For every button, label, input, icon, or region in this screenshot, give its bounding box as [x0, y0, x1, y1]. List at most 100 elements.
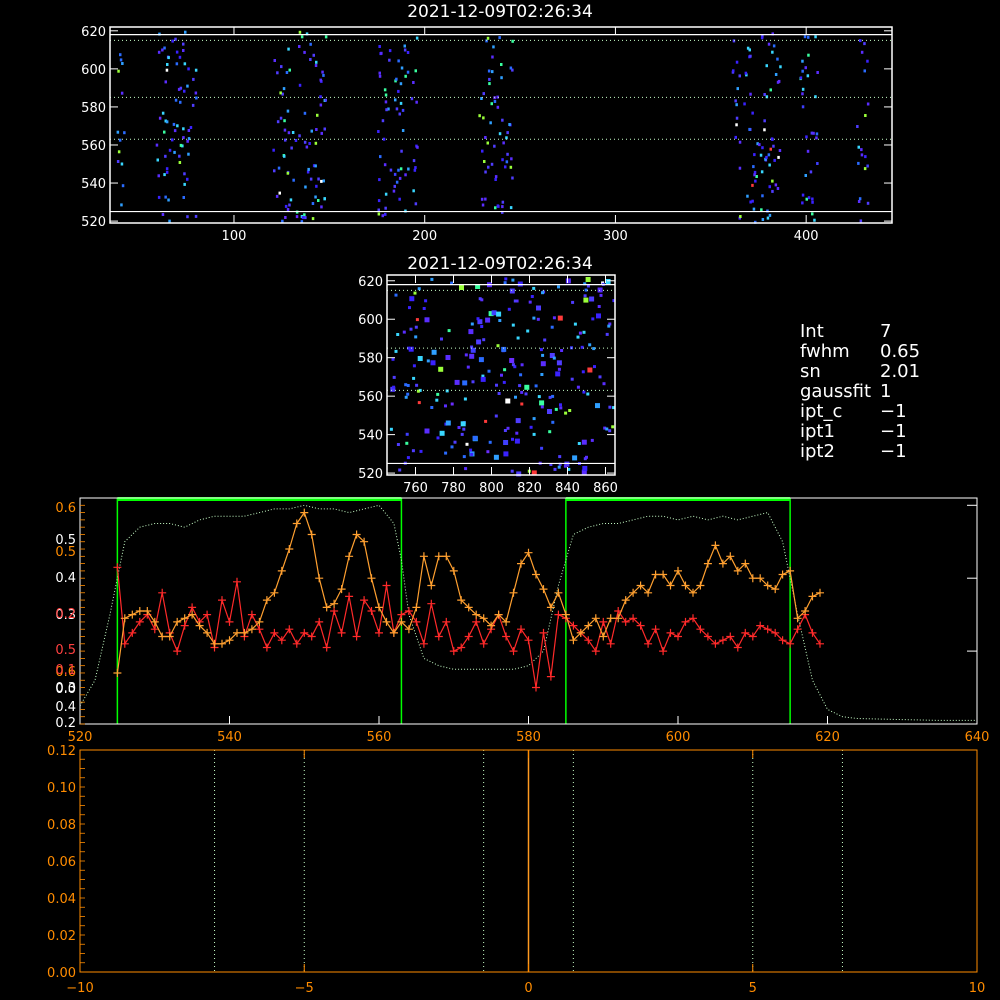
orange-series-point: [434, 552, 443, 561]
top-panel-pixel: [165, 167, 169, 171]
orange-series-point: [778, 570, 787, 579]
fit-y-tick-label: 0.12: [47, 744, 76, 759]
zoom-panel-pixel: [392, 375, 396, 379]
top-panel-pixel: [758, 143, 761, 147]
orange-series-point: [554, 588, 563, 597]
top-panel-pixel: [866, 164, 869, 168]
top-panel-pixel: [393, 184, 396, 188]
top-panel-pixel: [314, 64, 318, 67]
top-panel-pixel: [395, 77, 398, 81]
top-panel-pixel: [403, 48, 407, 52]
top-panel-pixel: [121, 184, 125, 188]
top-panel-y-tick-label: 580: [81, 101, 106, 116]
zoom-panel-pixel: [511, 363, 515, 367]
top-panel-pixel: [493, 100, 497, 103]
orange-series-point: [419, 552, 428, 561]
red-series-point: [733, 643, 742, 652]
top-panel-pixel: [501, 158, 504, 162]
top-panel-pixel: [801, 105, 805, 109]
top-panel-pixel: [284, 204, 288, 208]
red-series-point: [763, 625, 772, 634]
top-panel-pixel: [738, 166, 742, 170]
orange-series-point: [315, 574, 324, 583]
red-series-point: [300, 628, 309, 637]
zoom-panel-pixel: [573, 322, 577, 326]
red-series-point: [651, 625, 660, 634]
top-panel-pixel: [182, 127, 185, 131]
zoom-panel-pixel: [576, 385, 580, 389]
zoom-panel-pixel: [585, 277, 591, 282]
zoom-panel-pixel: [453, 440, 457, 444]
top-panel-pixel: [734, 135, 737, 139]
info-key: ipt1: [800, 421, 835, 442]
top-panel-pixel: [804, 66, 807, 70]
zoom-panel-pixel: [540, 361, 546, 367]
zoom-panel-pixel: [540, 373, 544, 376]
top-panel-pixel: [167, 56, 170, 60]
top-panel-pixel: [864, 155, 867, 159]
red-series-point: [532, 683, 540, 692]
top-panel-pixel: [171, 39, 174, 43]
top-panel-pixel: [857, 145, 860, 149]
zoom-panel-pixel: [414, 335, 418, 339]
top-panel-pixel: [500, 63, 503, 66]
info-value: 1: [880, 381, 892, 402]
zoom-panel-pixel: [482, 338, 486, 342]
top-panel-pixel: [384, 100, 388, 104]
top-panel-pixel: [384, 212, 387, 216]
zoom-panel-pixel: [564, 411, 568, 415]
top-panel-pixel: [164, 80, 167, 84]
info-row: gaussfit 1: [800, 382, 980, 402]
zoom-panel-pixel: [503, 281, 507, 285]
info-row: ipt1 −1: [800, 422, 980, 442]
top-panel-pixel: [194, 68, 198, 72]
top-panel-pixel: [856, 125, 859, 128]
zoom-panel-pixel: [552, 356, 556, 360]
orange-series-point: [307, 530, 316, 539]
zoom-panel-pixel: [548, 430, 552, 434]
top-panel-pixel: [117, 150, 121, 154]
top-panel-pixel: [285, 71, 289, 74]
zoom-panel-pixel: [431, 349, 437, 355]
top-panel-pixel: [496, 204, 500, 208]
top-panel-pixel: [392, 189, 396, 193]
red-series-point: [748, 632, 757, 641]
top-panel-pixel: [177, 87, 181, 91]
top-panel-pixel: [378, 74, 382, 78]
top-panel-pixel: [182, 49, 185, 52]
zoom-panel-pixel: [589, 296, 595, 302]
top-panel-pixel: [511, 39, 514, 43]
red-series-point: [382, 581, 391, 590]
zoom-panel-pixel: [438, 366, 444, 372]
zoom-panel-pixel: [507, 307, 511, 311]
top-panel-pixel: [380, 51, 383, 55]
top-panel-pixel: [307, 167, 310, 171]
top-panel-pixel: [500, 76, 503, 80]
top-panel-pixel: [284, 216, 287, 219]
top-panel-pixel: [773, 158, 776, 162]
red-series-point: [457, 643, 466, 652]
top-panel-pixel: [311, 217, 315, 221]
red-series-point: [621, 617, 630, 626]
zoom-panel-title: 2021-12-09T02:26:34: [407, 254, 593, 274]
top-panel-pixel: [294, 139, 298, 142]
zoom-panel-pixel: [582, 390, 586, 394]
zoom-panel-pixel: [550, 325, 554, 329]
top-panel-pixel: [771, 189, 774, 193]
top-panel-pixel: [480, 197, 484, 201]
zoom-panel-pixel: [534, 384, 538, 388]
fit-panel-axes: −10 −5 0 5 10 0.12 0.10 0.08 0.06 0.04 0.02 0.00: [47, 744, 985, 996]
red-series-point: [599, 617, 608, 626]
top-panel-pixel: [275, 194, 279, 198]
red-series-point: [404, 607, 413, 615]
red-series-point: [816, 639, 824, 648]
zoom-panel-pixel: [462, 427, 466, 431]
zoom-panel-pixel: [417, 356, 423, 361]
top-panel-pixel: [175, 50, 179, 54]
zoom-panel-pixel: [450, 445, 454, 449]
zoom-panel-pixel: [408, 346, 414, 352]
orange-series-point: [330, 599, 339, 608]
zoom-panel-pixel: [520, 363, 524, 367]
info-row: sn 2.01: [800, 362, 980, 382]
fit-panel-guides: [214, 750, 843, 972]
